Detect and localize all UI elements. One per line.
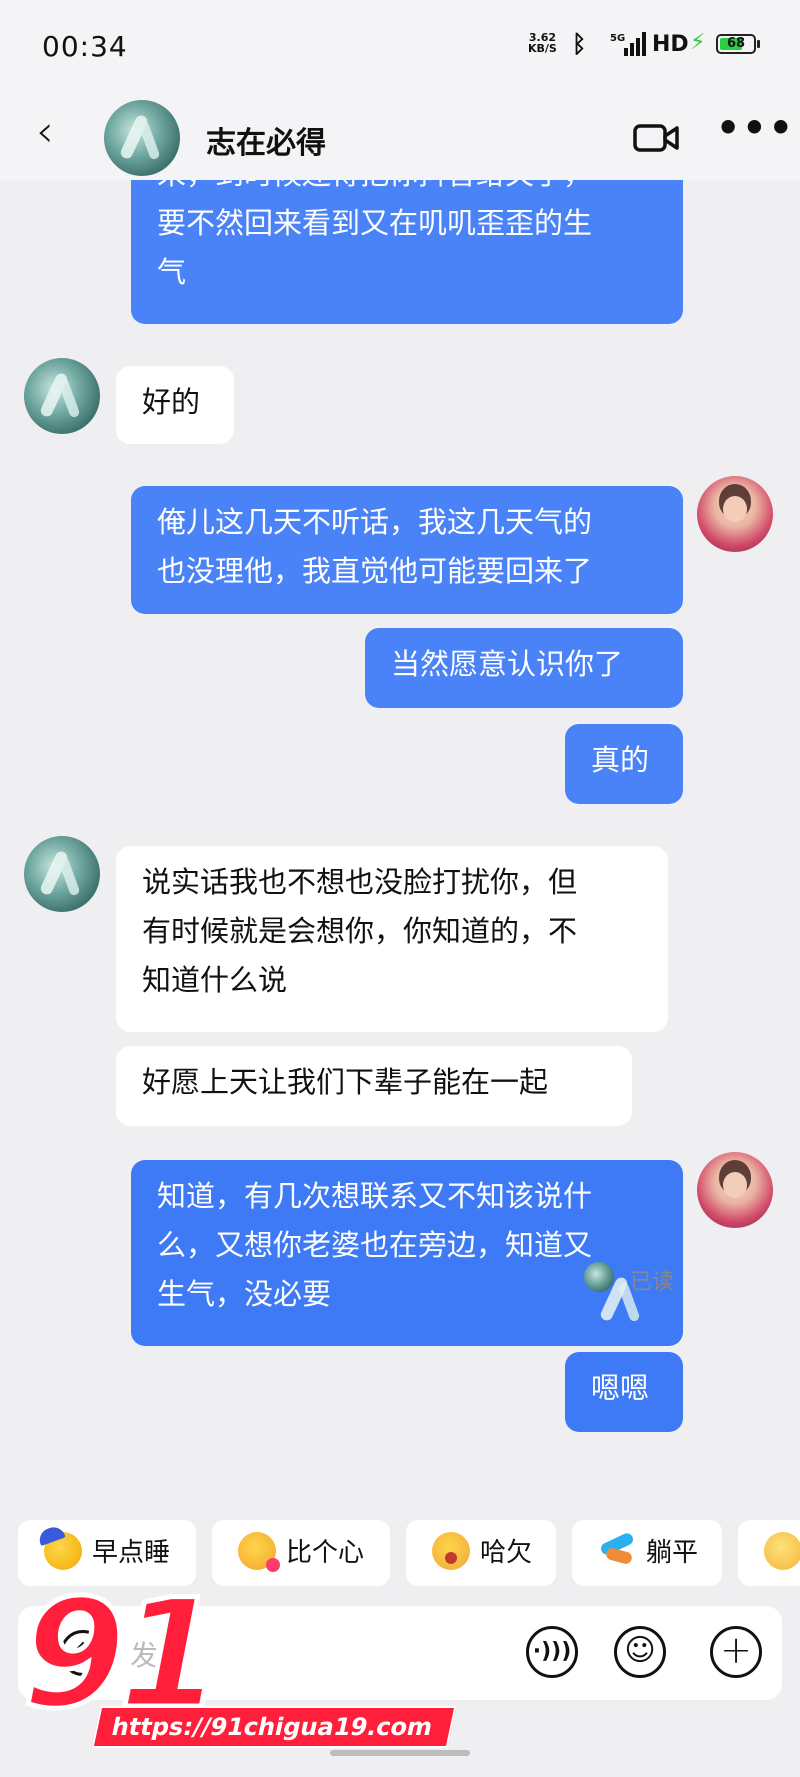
read-status-label: 已读 bbox=[630, 1270, 675, 1295]
message-bubble-incoming[interactable]: 好愿上天让我们下辈子能在一起 bbox=[116, 1046, 632, 1126]
watermark-url: https://91chigua19.com bbox=[91, 1706, 457, 1748]
my-avatar[interactable] bbox=[697, 476, 773, 552]
quick-reply-label: 躺平 bbox=[646, 1538, 699, 1568]
message-bubble-outgoing[interactable]: 嗯嗯 bbox=[565, 1352, 683, 1432]
quick-reply-label: 哈欠 bbox=[480, 1538, 533, 1568]
signal-strength-icon bbox=[624, 32, 646, 56]
yawn-emoji-icon bbox=[432, 1532, 470, 1570]
voice-icon[interactable]: ·))) bbox=[526, 1626, 578, 1678]
message-list[interactable]: 来，到时候还得把你抖音给关了， 要不然回来看到又在叽叽歪歪的生 气 好的 俺儿这… bbox=[0, 180, 800, 1510]
network-speed: 3.62 KB/S bbox=[528, 32, 557, 54]
read-receipt-avatar bbox=[584, 1262, 614, 1292]
quick-reply-more[interactable] bbox=[738, 1520, 800, 1586]
message-bubble-incoming[interactable]: 说实话我也不想也没脸打扰你，但 有时候就是会想你，你知道的，不 知道什么说 bbox=[116, 846, 668, 1032]
message-bubble-outgoing[interactable]: 俺儿这几天不听话，我这几天气的 也没理他，我直觉他可能要回来了 bbox=[131, 486, 683, 614]
battery-level: 68 bbox=[726, 36, 746, 51]
plus-icon[interactable]: + bbox=[710, 1626, 762, 1678]
my-avatar[interactable] bbox=[697, 1152, 773, 1228]
smile-icon[interactable]: ☺ bbox=[614, 1626, 666, 1678]
heart-emoji-icon bbox=[238, 1532, 280, 1572]
bluetooth-icon: ᛒ bbox=[572, 30, 587, 58]
home-indicator bbox=[330, 1750, 470, 1756]
network-speed-unit: KB/S bbox=[528, 42, 557, 55]
quick-reply-sleep[interactable]: 早点睡 bbox=[18, 1520, 196, 1586]
clock-time: 00:34 bbox=[42, 30, 128, 63]
hd-indicator: HD bbox=[652, 32, 689, 57]
quick-reply-label: 早点睡 bbox=[92, 1538, 171, 1568]
message-bubble-incoming[interactable]: 好的 bbox=[116, 366, 234, 444]
quick-reply-lie-flat[interactable]: 躺平 bbox=[572, 1520, 722, 1586]
contact-avatar[interactable] bbox=[24, 836, 100, 912]
status-bar: 00:34 3.62 KB/S ᛒ 5G HD ⚡ 68 bbox=[0, 0, 800, 96]
charging-icon: ⚡ bbox=[690, 30, 706, 55]
message-bubble-outgoing[interactable]: 来，到时候还得把你抖音给关了， 要不然回来看到又在叽叽歪歪的生 气 bbox=[131, 180, 683, 324]
quick-reply-bar: 早点睡 比个心 哈欠 躺平 bbox=[0, 1508, 800, 1588]
contact-name[interactable]: 志在必得 bbox=[206, 118, 326, 162]
battery-icon: 68 bbox=[716, 34, 760, 54]
video-camera-icon[interactable] bbox=[632, 116, 680, 160]
network-type-label: 5G bbox=[610, 33, 626, 44]
lie-flat-emoji-icon bbox=[598, 1532, 636, 1570]
message-bubble-outgoing[interactable]: 知道，有几次想联系又不知该说什 么，又想你老婆也在旁边，知道又 生气，没必要 bbox=[131, 1160, 683, 1346]
voice-input-toggle-icon[interactable] bbox=[60, 1630, 106, 1676]
emoji-icon bbox=[764, 1532, 800, 1570]
chat-header: ‹ 志在必得 ••• bbox=[0, 96, 800, 180]
quick-reply-yawn[interactable]: 哈欠 bbox=[406, 1520, 556, 1586]
quick-reply-label: 比个心 bbox=[286, 1538, 365, 1568]
contact-avatar[interactable] bbox=[104, 100, 180, 176]
message-bubble-outgoing[interactable]: 真的 bbox=[565, 724, 683, 804]
sleep-emoji-icon bbox=[44, 1532, 82, 1570]
quick-reply-heart[interactable]: 比个心 bbox=[212, 1520, 390, 1586]
message-bubble-outgoing[interactable]: 当然愿意认识你了 bbox=[365, 628, 683, 708]
back-icon[interactable]: ‹ bbox=[36, 110, 54, 154]
message-input-bar: 发 ·))) ☺ + bbox=[18, 1606, 782, 1700]
more-options-icon[interactable]: ••• bbox=[716, 106, 795, 150]
message-input[interactable]: 发 bbox=[130, 1634, 158, 1674]
contact-avatar[interactable] bbox=[24, 358, 100, 434]
